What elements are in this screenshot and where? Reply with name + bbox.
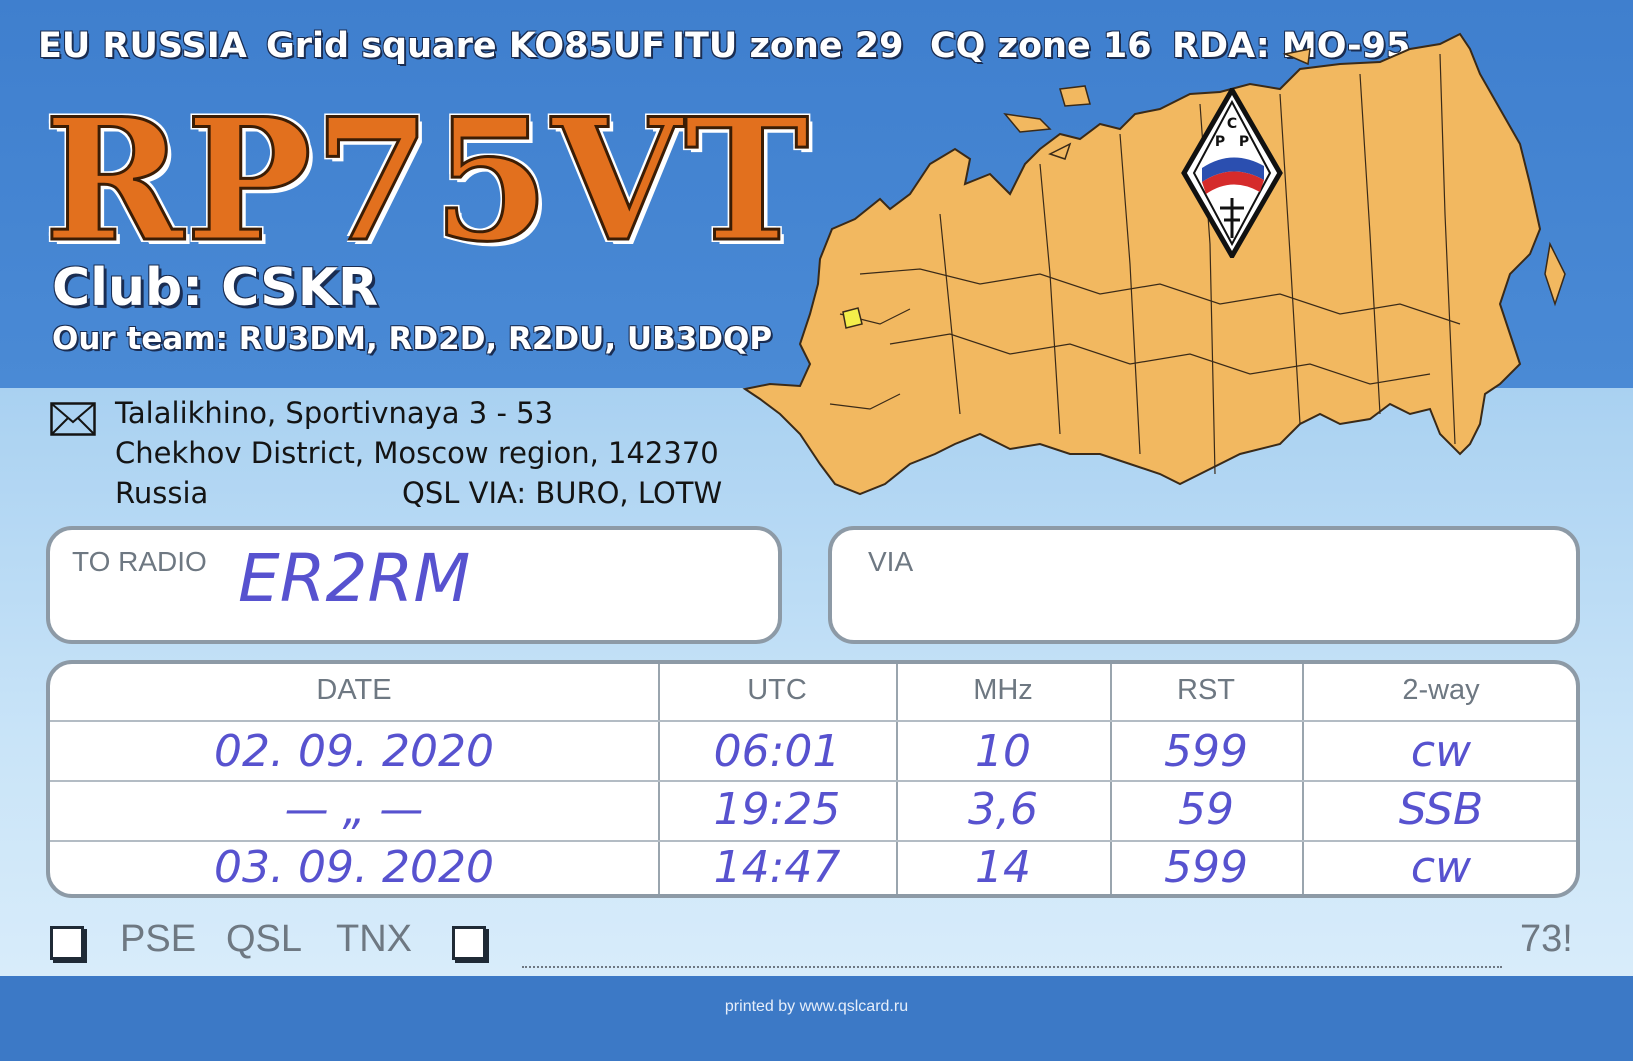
header-rst: RST <box>1177 674 1235 706</box>
moscow-region-highlight <box>842 307 863 329</box>
srr-emblem-icon: С Р Р <box>1181 88 1283 258</box>
printer-credit: printed by www.qslcard.ru <box>724 998 909 1015</box>
log-cell-mhz: 10 <box>975 726 1031 777</box>
bottom-band <box>0 976 1633 1061</box>
log-cell-mhz: 14 <box>975 842 1031 893</box>
qsl-card: EU RUSSIA Grid square KO85UF ITU zone 29… <box>0 0 1633 1061</box>
emblem-letter: С <box>1227 116 1237 132</box>
header-utc: UTC <box>747 674 807 706</box>
signature-line <box>522 966 1502 968</box>
log-cell-date: 03. 09. 2020 <box>214 842 494 893</box>
continent-label: EU RUSSIA <box>38 26 247 66</box>
log-cell-utc: 06:01 <box>713 726 841 777</box>
emblem-letter: Р <box>1239 134 1249 150</box>
row-divider <box>50 720 1576 722</box>
emblem-letter: Р <box>1215 134 1225 150</box>
tnx-qsl-checkbox[interactable] <box>452 926 486 960</box>
address-line-2: Chekhov District, Moscow region, 142370 <box>115 436 719 470</box>
via-box <box>828 526 1580 644</box>
callsign-title: RP75VT <box>42 81 812 279</box>
via-label: VIA <box>868 546 914 577</box>
log-cell-mode: SSB <box>1398 784 1484 835</box>
log-cell-rst: 59 <box>1178 784 1234 835</box>
pse-label: PSE <box>120 918 197 960</box>
header-date: DATE <box>316 674 392 706</box>
log-cell-mode: cw <box>1410 842 1472 893</box>
club-label: Club: CSKR <box>52 258 379 318</box>
log-cell-rst: 599 <box>1164 842 1248 893</box>
qsl-label: QSL <box>226 918 303 960</box>
log-cell-date: — „ — <box>284 784 424 835</box>
to-radio-label: TO RADIO <box>72 546 207 577</box>
qsl-via-label: QSL VIA: BURO, LOTW <box>402 476 723 510</box>
sign-off-label: 73! <box>1520 918 1573 960</box>
header-mhz: MHz <box>973 674 1033 706</box>
log-cell-date: 02. 09. 2020 <box>214 726 494 777</box>
row-divider <box>50 780 1576 782</box>
qso-log-table: DATE UTC MHz RST 2-way 02. 09. 2020 06:0… <box>46 660 1580 898</box>
address-line-3: Russia <box>115 476 209 510</box>
address-line-1: Talalikhino, Sportivnaya 3 - 53 <box>115 396 554 430</box>
log-cell-mode: cw <box>1410 726 1472 777</box>
tnx-label: TNX <box>336 918 412 960</box>
russia-shape <box>742 32 1542 496</box>
to-radio-value: ER2RM <box>238 540 471 617</box>
pse-qsl-checkbox[interactable] <box>50 926 84 960</box>
log-cell-utc: 14:47 <box>713 842 841 893</box>
log-cell-utc: 19:25 <box>713 784 841 835</box>
grid-square-label: Grid square KO85UF <box>266 26 666 66</box>
team-label: Our team: RU3DM, RD2D, R2DU, UB3DQP <box>52 321 773 357</box>
log-cell-rst: 599 <box>1164 726 1248 777</box>
log-cell-mhz: 3,6 <box>968 784 1038 835</box>
header-2way: 2-way <box>1402 674 1480 706</box>
envelope-icon <box>50 402 96 436</box>
